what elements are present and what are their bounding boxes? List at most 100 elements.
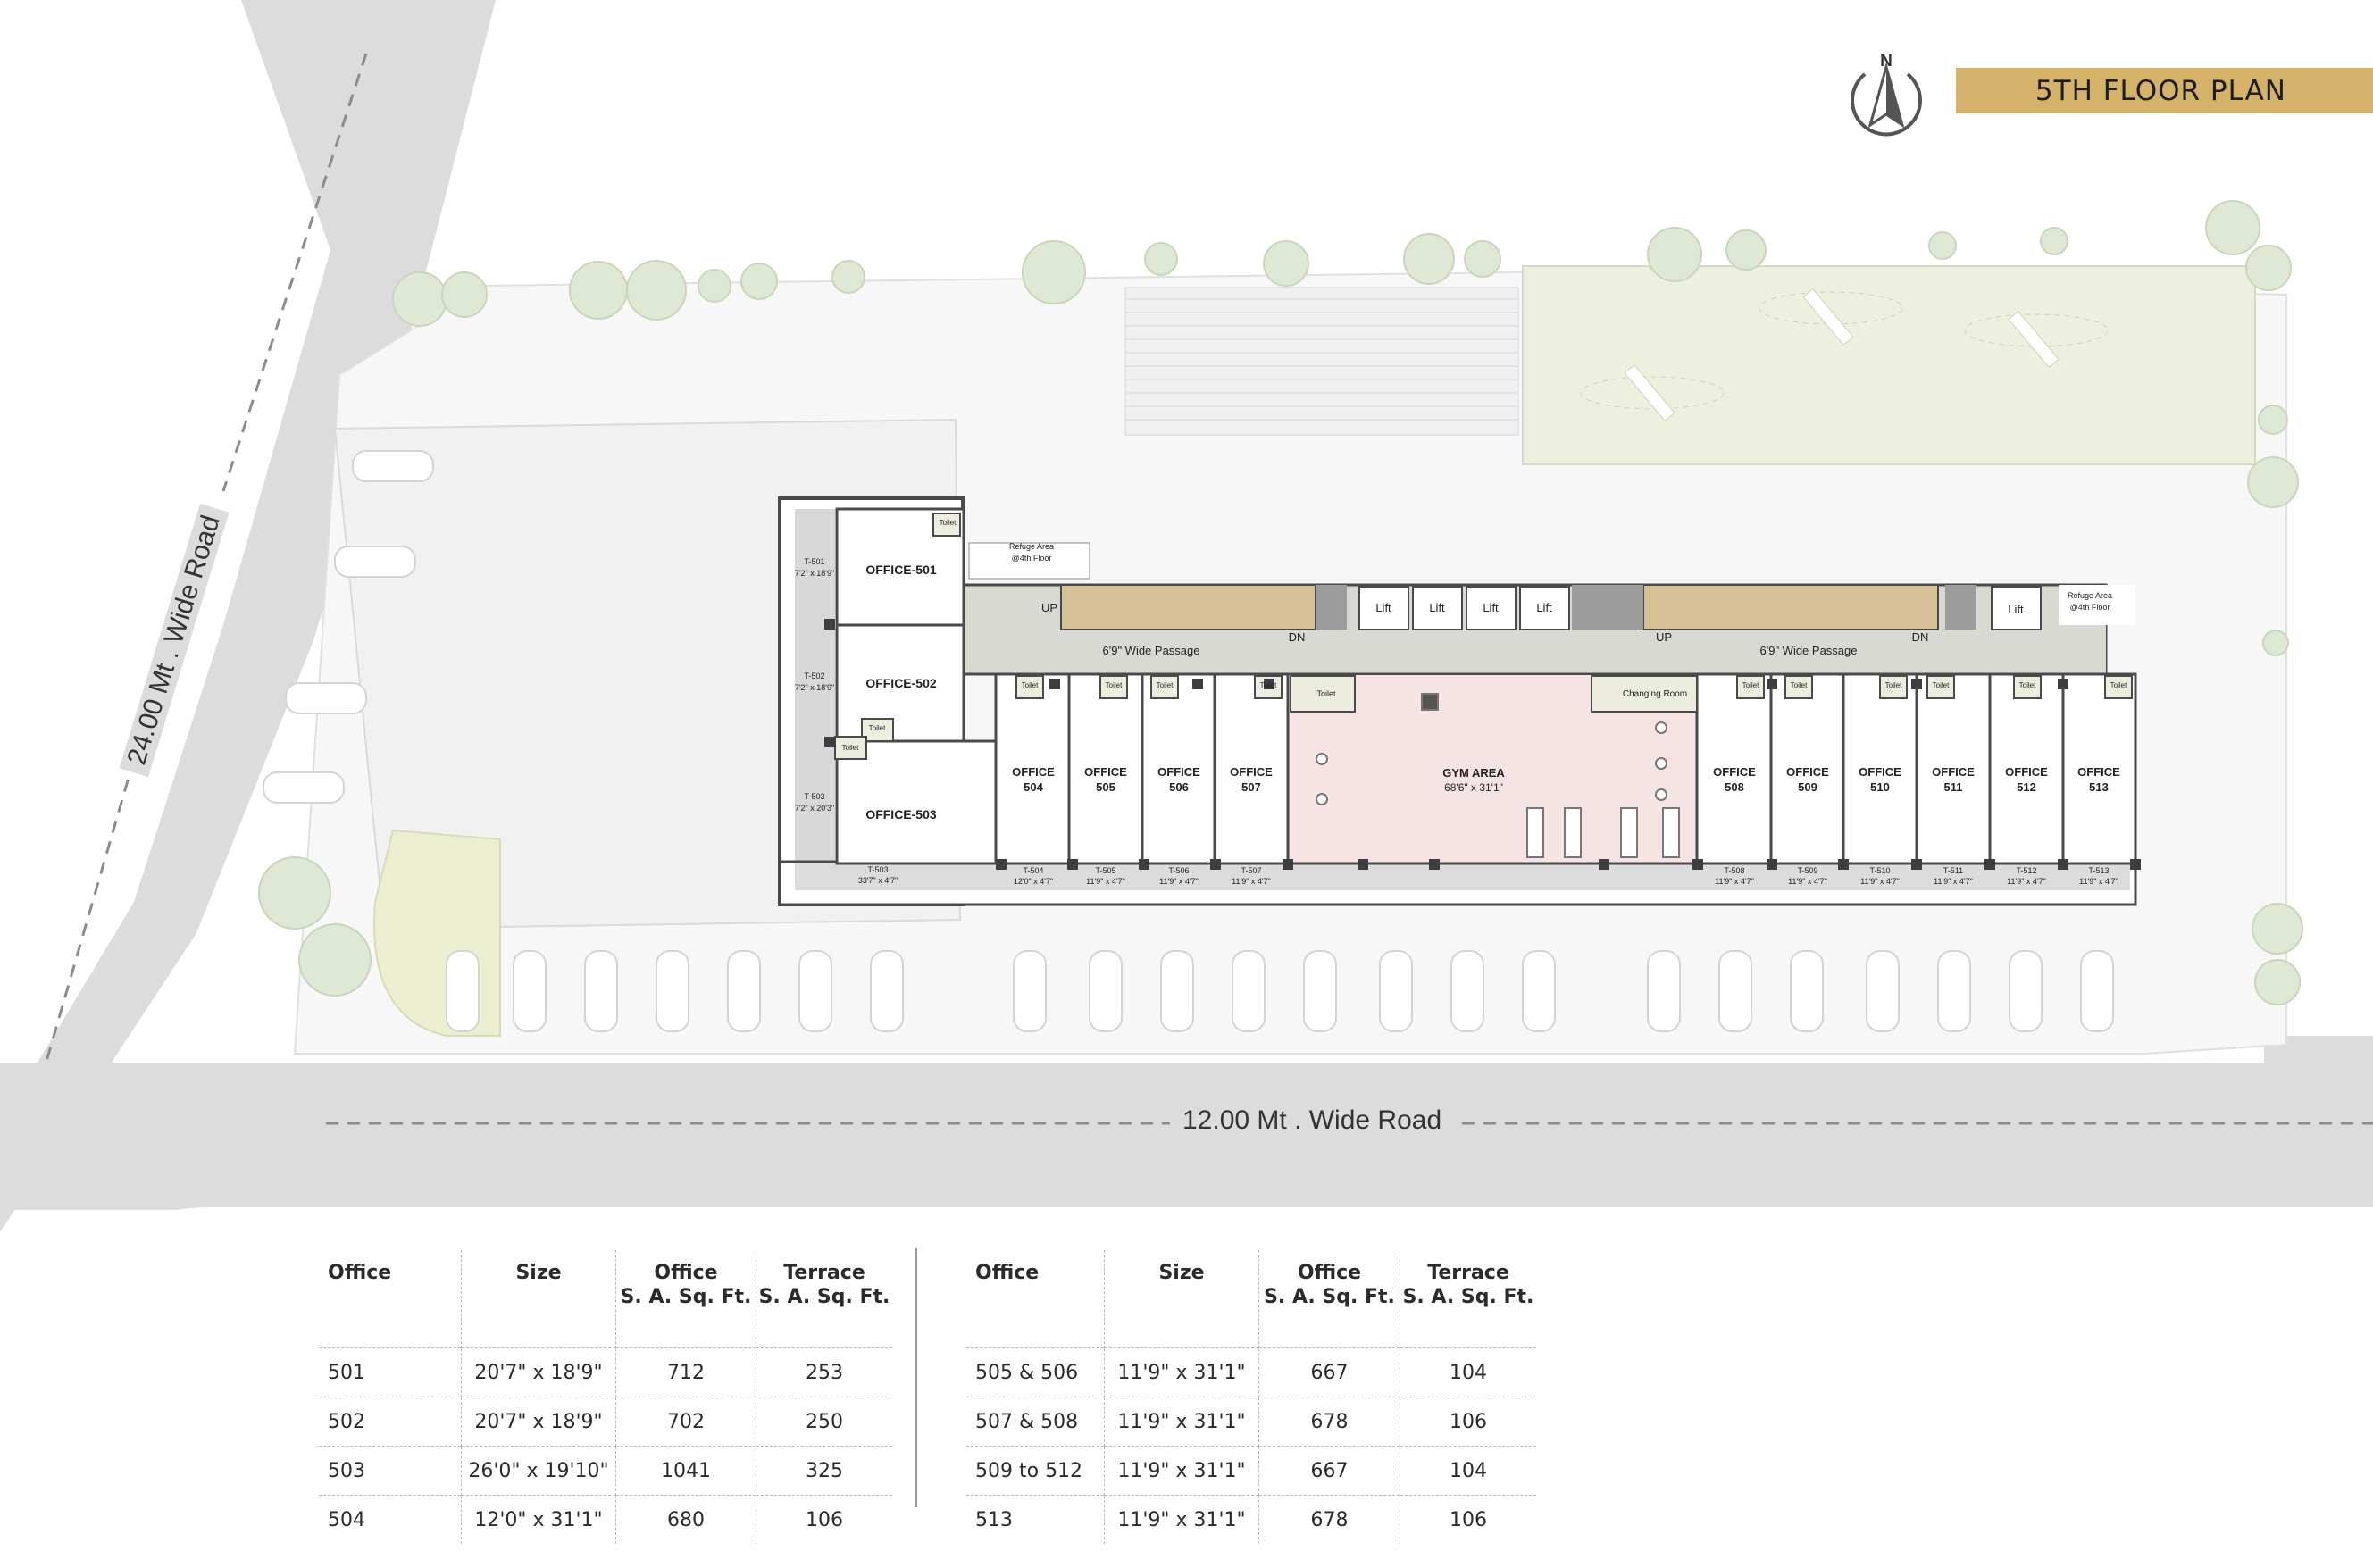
- table-row: 504 12'0" x 31'1" 680 106: [319, 1495, 892, 1544]
- lift-1-label: Lift: [1375, 601, 1391, 614]
- refuge-left-line2: @4th Floor: [1012, 554, 1052, 563]
- lift-5-label: Lift: [2008, 603, 2024, 616]
- terrace-501-size: 7'2" x 18'9": [795, 569, 834, 578]
- terrace-511-label: T-511: [1943, 866, 1963, 875]
- table-row: 505 & 506 11'9" x 31'1" 667 104: [966, 1347, 1536, 1397]
- office-508-label: OFFICE: [1713, 765, 1756, 779]
- terrace-513-label: T-513: [2088, 866, 2109, 875]
- area-table-right: Office Size Office S. A. Sq. Ft. Terrace S…: [966, 1250, 1536, 1544]
- office-511-number: 511: [1944, 780, 1963, 794]
- table-row: 513 11'9" x 31'1" 678 106: [966, 1495, 1536, 1544]
- toilet-501-label: Toilet: [940, 519, 957, 527]
- gym-area-label: GYM AREA: [1442, 766, 1505, 780]
- office-503-label: OFFICE-503: [865, 807, 937, 822]
- north-label: N: [1880, 52, 1893, 71]
- table-row: 501 20'7" x 18'9" 712 253: [319, 1347, 892, 1397]
- passage-left-label: 6'9" Wide Passage: [1103, 644, 1200, 657]
- col-size: Size: [461, 1250, 616, 1348]
- terrace-511-size: 11'9" x 4'7": [1934, 877, 1973, 886]
- toilet-511-label: Toilet: [1933, 681, 1950, 689]
- office-510-number: 510: [1870, 780, 1890, 794]
- toilet-507-label: Toilet: [1260, 681, 1277, 689]
- table-row: 502 20'7" x 18'9" 702 250: [319, 1397, 892, 1447]
- office-508-number: 508: [1725, 780, 1744, 794]
- terrace-506-size: 11'9" x 4'7": [1159, 877, 1199, 886]
- table-row: 503 26'0" x 19'10" 1041 325: [319, 1446, 892, 1496]
- terrace-510-label: T-510: [1869, 866, 1890, 875]
- table-row: 509 to 512 11'9" x 31'1" 667 104: [966, 1446, 1536, 1496]
- toilet-502-label: Toilet: [869, 724, 886, 732]
- col-terrace-area: Terrace S. A. Sq. Ft.: [1400, 1250, 1536, 1348]
- gym-area-size: 68'6" x 31'1": [1444, 781, 1503, 794]
- office-513-number: 513: [2089, 780, 2109, 794]
- office-506-label: OFFICE: [1157, 765, 1200, 779]
- office-510-label: OFFICE: [1859, 765, 1901, 779]
- stair-right: [1642, 584, 1939, 630]
- refuge-right-line2: @4th Floor: [2070, 603, 2110, 612]
- lawn: [1522, 265, 2256, 465]
- toilet-509-label: Toilet: [1791, 681, 1808, 689]
- table-divider: [915, 1248, 917, 1507]
- terrace-504-size: 12'0" x 4'7": [1014, 877, 1053, 886]
- bottom-road-label: 12.00 Mt . Wide Road: [1170, 1105, 1455, 1136]
- stair-left-dn: DN: [1289, 630, 1306, 644]
- changing-room-label: Changing Room: [1623, 689, 1687, 699]
- terrace-503-bottom-size: 33'7" x 4'7": [858, 876, 898, 885]
- stair-right-up: UP: [1656, 630, 1672, 644]
- office-506-number: 506: [1169, 780, 1189, 794]
- terrace-507-size: 11'9" x 4'7": [1232, 877, 1271, 886]
- terrace-508-label: T-508: [1724, 866, 1744, 875]
- office-505-label: OFFICE: [1084, 765, 1127, 779]
- terrace-507-label: T-507: [1241, 866, 1261, 875]
- terrace-504-label: T-504: [1023, 866, 1043, 875]
- office-507-number: 507: [1241, 780, 1261, 794]
- lift-4-label: Lift: [1536, 601, 1552, 614]
- stair-left-up: UP: [1041, 601, 1057, 614]
- toilet-510-label: Toilet: [1885, 681, 1902, 689]
- office-504-number: 504: [1024, 780, 1043, 794]
- terrace-512-label: T-512: [2016, 866, 2036, 875]
- office-511-label: OFFICE: [1932, 765, 1975, 779]
- table-row: 507 & 508 11'9" x 31'1" 678 106: [966, 1397, 1536, 1447]
- terrace-505-label: T-505: [1095, 866, 1115, 875]
- col-office-area: Office S. A. Sq. Ft.: [615, 1250, 756, 1348]
- terrace-512-size: 11'9" x 4'7": [2007, 877, 2046, 886]
- lift-2-label: Lift: [1429, 601, 1445, 614]
- toilet-512-label: Toilet: [2019, 681, 2036, 689]
- terrace-505-size: 11'9" x 4'7": [1086, 877, 1125, 886]
- terrace-513-size: 11'9" x 4'7": [2079, 877, 2118, 886]
- office-502-label: OFFICE-502: [865, 676, 937, 690]
- col-office-area: Office S. A. Sq. Ft.: [1258, 1250, 1400, 1348]
- terrace-510-size: 11'9" x 4'7": [1860, 877, 1900, 886]
- office-501-label: OFFICE-501: [865, 563, 937, 577]
- terrace-503-size: 7'2" x 20'3": [795, 804, 834, 813]
- toilet-508-label: Toilet: [1742, 681, 1759, 689]
- col-office: Office: [328, 1262, 392, 1284]
- office-504-label: OFFICE: [1012, 765, 1055, 779]
- col-terrace-area: Terrace S. A. Sq. Ft.: [756, 1250, 892, 1348]
- office-505-number: 505: [1096, 780, 1115, 794]
- col-office: Office: [975, 1262, 1040, 1284]
- terrace-506-label: T-506: [1168, 866, 1189, 875]
- terrace-508-size: 11'9" x 4'7": [1715, 877, 1754, 886]
- passage-right-label: 6'9" Wide Passage: [1760, 644, 1858, 657]
- terrace-501-label: T-501: [804, 557, 824, 566]
- page-title: 5TH FLOOR PLAN: [1956, 68, 2373, 113]
- toilet-513-label: Toilet: [2110, 681, 2127, 689]
- terrace-509-label: T-509: [1797, 866, 1817, 875]
- terrace-503-label: T-503: [804, 792, 824, 801]
- refuge-left-line1: Refuge Area: [1009, 542, 1054, 551]
- north-arrow-icon: N: [1851, 52, 1922, 137]
- toilet-505-label: Toilet: [1106, 681, 1123, 689]
- office-512-number: 512: [2017, 780, 2036, 794]
- stair-right-dn: DN: [1912, 630, 1929, 644]
- office-509-label: OFFICE: [1786, 765, 1829, 779]
- office-512-label: OFFICE: [2005, 765, 2048, 779]
- terrace-509-size: 11'9" x 4'7": [1788, 877, 1827, 886]
- terrace-502-label: T-502: [804, 671, 824, 680]
- office-509-number: 509: [1798, 780, 1817, 794]
- area-table-left: Office Size Office S. A. Sq. Ft. Terrace S…: [319, 1250, 892, 1544]
- refuge-right-line1: Refuge Area: [2068, 591, 2112, 600]
- toilet-503-label: Toilet: [842, 744, 859, 752]
- office-507-label: OFFICE: [1230, 765, 1273, 779]
